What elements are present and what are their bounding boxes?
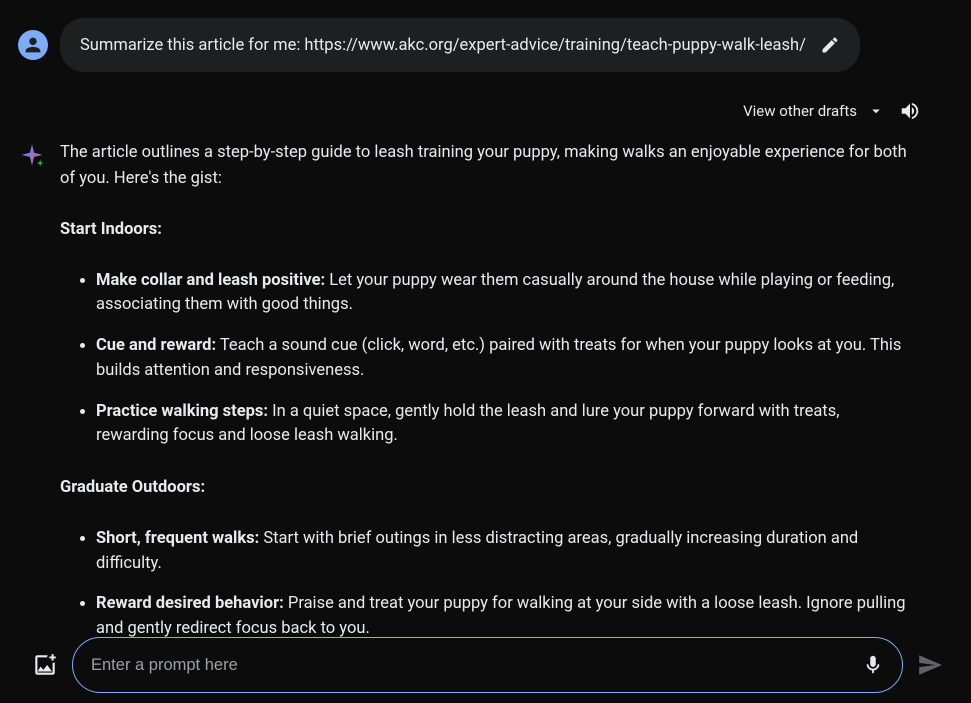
prompt-input[interactable] bbox=[91, 656, 852, 675]
response-intro: The article outlines a step-by-step guid… bbox=[60, 140, 910, 191]
assistant-message-row: The article outlines a step-by-step guid… bbox=[18, 140, 951, 668]
section-title: Graduate Outdoors: bbox=[60, 475, 910, 501]
send-icon[interactable] bbox=[917, 652, 943, 678]
user-avatar bbox=[18, 30, 48, 60]
user-message-row: Summarize this article for me: https://w… bbox=[18, 18, 951, 72]
microphone-icon[interactable] bbox=[862, 654, 884, 676]
view-drafts-button[interactable]: View other drafts bbox=[743, 102, 885, 120]
user-message-bubble: Summarize this article for me: https://w… bbox=[60, 18, 860, 72]
list-item: Cue and reward: Teach a sound cue (click… bbox=[96, 334, 910, 384]
list-item: Make collar and leash positive: Let your… bbox=[96, 269, 910, 319]
user-message-text: Summarize this article for me: https://w… bbox=[80, 36, 806, 55]
assistant-response: The article outlines a step-by-step guid… bbox=[60, 140, 910, 668]
prompt-input-container[interactable] bbox=[72, 637, 903, 693]
assistant-avatar bbox=[18, 142, 46, 170]
list-item: Reward desired behavior: Praise and trea… bbox=[96, 592, 910, 642]
bullet-list: Make collar and leash positive: Let your… bbox=[60, 269, 910, 450]
list-item: Practice walking steps: In a quiet space… bbox=[96, 400, 910, 450]
chevron-down-icon bbox=[867, 102, 885, 120]
input-bar bbox=[0, 637, 971, 693]
add-image-icon[interactable] bbox=[32, 652, 58, 678]
list-item: Short, frequent walks: Start with brief … bbox=[96, 527, 910, 577]
speaker-icon[interactable] bbox=[899, 100, 921, 122]
section-title: Start Indoors: bbox=[60, 217, 910, 243]
edit-icon[interactable] bbox=[820, 35, 840, 55]
view-drafts-label: View other drafts bbox=[743, 102, 857, 120]
bullet-list: Short, frequent walks: Start with brief … bbox=[60, 527, 910, 642]
response-header: View other drafts bbox=[18, 100, 951, 122]
